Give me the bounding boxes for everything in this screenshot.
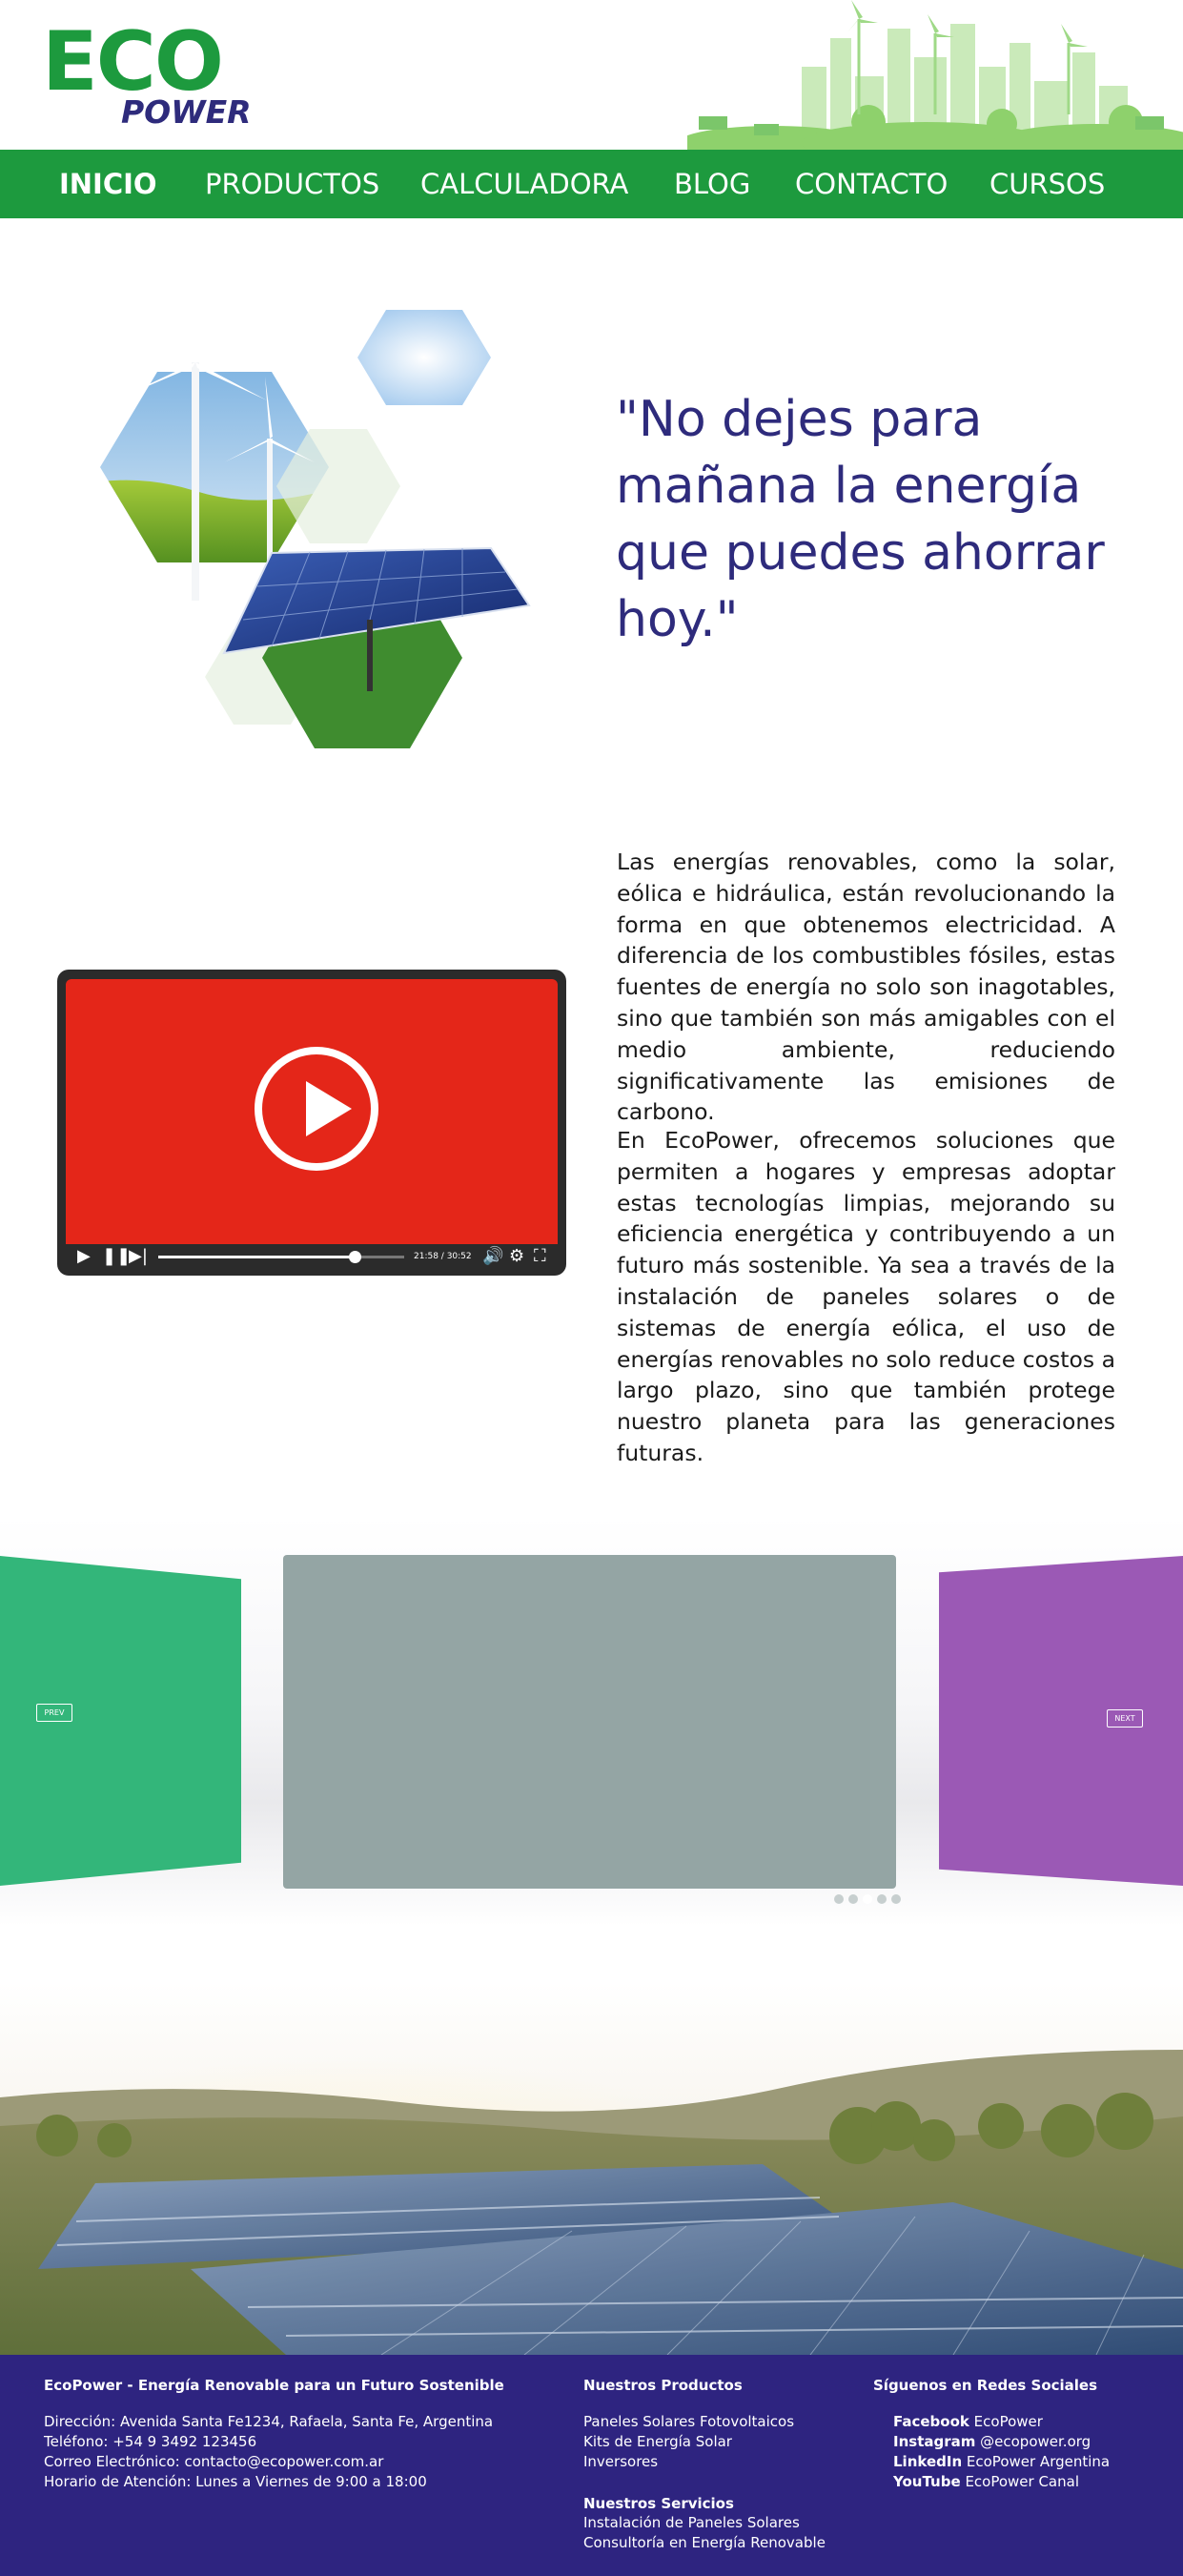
footer-company-title: EcoPower - Energía Renovable para un Fut… — [44, 2377, 504, 2394]
video-time: 21:58 / 30:52 — [414, 1252, 472, 1261]
carousel-dot[interactable] — [891, 1894, 901, 1904]
social-handle: EcoPower Canal — [965, 2473, 1079, 2490]
progress-bar[interactable] — [158, 1251, 404, 1263]
nav-inicio[interactable]: INICIO — [59, 150, 157, 218]
carousel-prev-button[interactable]: PREV — [36, 1704, 72, 1722]
intro-paragraph-2: En EcoPower, ofrecemos soluciones que pe… — [617, 1127, 1115, 1466]
social-handle: EcoPower Argentina — [966, 2453, 1111, 2470]
nav-calculadora[interactable]: CALCULADORA — [420, 150, 628, 218]
footer-email[interactable]: Correo Electrónico: contacto@ecopower.co… — [44, 2452, 383, 2472]
video-player[interactable]: ▶ ❚❚ ▶| 21:58 / 30:52 🔊 ⚙ ⛶ — [57, 970, 566, 1276]
nav-contacto[interactable]: CONTACTO — [795, 150, 948, 218]
social-network-name: Instagram — [893, 2433, 976, 2450]
intro-paragraph-1: Las energías renovables, como la solar, … — [617, 848, 1115, 1126]
renewable-energy-hexagon-collage — [100, 276, 531, 748]
solar-farm-landscape-image — [0, 1983, 1183, 2355]
play-icon — [306, 1081, 352, 1136]
progress-fill — [158, 1256, 356, 1258]
footer-address: Dirección: Avenida Santa Fe1234, Rafaela… — [44, 2413, 494, 2430]
carousel-slide-next[interactable]: NEXT — [939, 1556, 1183, 1886]
pause-icon[interactable]: ❚❚ — [102, 1248, 131, 1265]
carousel-slide-prev[interactable]: PREV — [0, 1556, 241, 1886]
footer-product-link[interactable]: Paneles Solares Fotovoltaicos — [583, 2412, 794, 2432]
site-header: ECO POWER — [0, 0, 1183, 150]
carousel-next-button[interactable]: NEXT — [1107, 1709, 1143, 1728]
social-handle: @ecopower.org — [980, 2433, 1091, 2450]
settings-icon[interactable]: ⚙ — [509, 1248, 524, 1265]
nav-blog[interactable]: BLOG — [674, 150, 750, 218]
carousel-dot-active[interactable] — [863, 1894, 872, 1904]
footer-social-instagram[interactable]: Instagram @ecopower.org — [893, 2432, 1091, 2452]
fullscreen-icon[interactable]: ⛶ — [534, 1248, 546, 1265]
carousel-dot[interactable] — [848, 1894, 858, 1904]
social-network-name: YouTube — [893, 2473, 961, 2490]
progress-handle[interactable] — [349, 1251, 362, 1263]
footer-service-link[interactable]: Consultoría en Energía Renovable — [583, 2533, 826, 2553]
site-footer: EcoPower - Energía Renovable para un Fut… — [0, 2355, 1183, 2576]
logo-eco-text: ECO — [42, 14, 224, 110]
footer-services-title: Nuestros Servicios — [583, 2495, 734, 2512]
green-city-illustration — [687, 0, 1183, 150]
play-button[interactable] — [255, 1047, 378, 1171]
footer-social-title: Síguenos en Redes Sociales — [873, 2377, 1098, 2394]
hero-quote: "No dejes para mañana la energía que pue… — [616, 391, 1105, 648]
social-handle: EcoPower — [973, 2413, 1043, 2430]
footer-product-link[interactable]: Kits de Energía Solar — [583, 2432, 732, 2452]
nav-productos[interactable]: PRODUCTOS — [205, 150, 379, 218]
nav-cursos[interactable]: CURSOS — [989, 150, 1105, 218]
carousel-dot[interactable] — [877, 1894, 887, 1904]
social-network-name: LinkedIn — [893, 2453, 963, 2470]
logo-power-text: POWER — [121, 93, 252, 131]
page: ECO POWER INICIO PRODUCTOS CALCULADORA B… — [0, 0, 1183, 2576]
carousel-slide-current[interactable] — [283, 1555, 901, 1904]
social-network-name: Facebook — [893, 2413, 969, 2430]
footer-product-link[interactable]: Inversores — [583, 2452, 658, 2472]
footer-products-title: Nuestros Productos — [583, 2377, 743, 2394]
video-controls: ▶ ❚❚ ▶| 21:58 / 30:52 🔊 ⚙ ⛶ — [66, 1244, 558, 1269]
footer-social-youtube[interactable]: YouTube EcoPower Canal — [893, 2472, 1079, 2492]
footer-hours: Horario de Atención: Lunes a Viernes de … — [44, 2473, 427, 2490]
footer-service-link[interactable]: Instalación de Paneles Solares — [583, 2513, 800, 2533]
ecopower-logo[interactable]: ECO POWER — [42, 21, 261, 131]
video-screen[interactable] — [66, 979, 558, 1244]
image-carousel: PREV NEXT — [0, 1516, 1183, 1926]
footer-social-linkedin[interactable]: LinkedIn EcoPower Argentina — [893, 2452, 1110, 2472]
volume-icon[interactable]: 🔊 — [482, 1248, 503, 1265]
main-nav: INICIO PRODUCTOS CALCULADORA BLOG CONTAC… — [0, 150, 1183, 218]
footer-social-facebook[interactable]: Facebook EcoPower — [893, 2412, 1043, 2432]
footer-phone: Teléfono: +54 9 3492 123456 — [44, 2433, 257, 2450]
next-icon[interactable]: ▶| — [129, 1248, 148, 1265]
play-icon[interactable]: ▶ — [77, 1248, 91, 1265]
carousel-dot[interactable] — [834, 1894, 844, 1904]
